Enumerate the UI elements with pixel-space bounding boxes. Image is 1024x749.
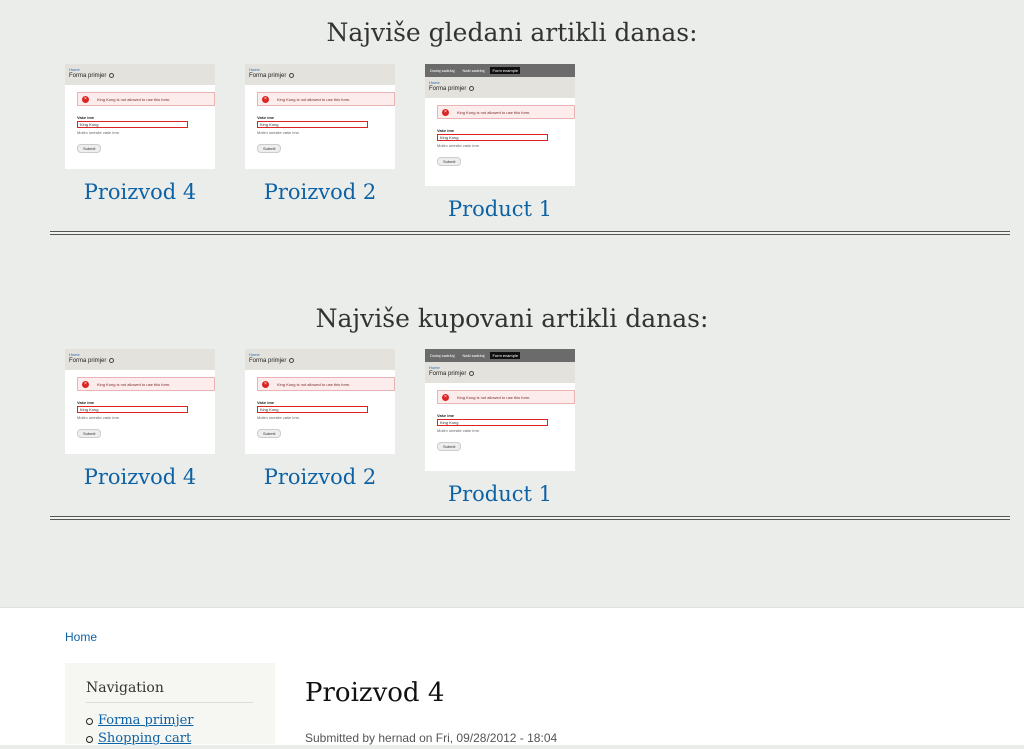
field-description: Molim unesite vaše ime.: [437, 428, 480, 433]
thumb-title: Forma primjer: [429, 370, 571, 379]
thumb-title: Forma primjer: [69, 72, 211, 81]
divider: [86, 702, 253, 703]
product-link[interactable]: Product 1: [425, 197, 575, 221]
field-label: Vaše ime: [257, 400, 275, 405]
gear-icon: [109, 357, 115, 363]
navigation-sidebar: Navigation Forma primjer Shopping cart: [65, 663, 275, 746]
page-title: Proizvod 4: [305, 678, 445, 708]
gear-icon: [289, 357, 295, 363]
product-link[interactable]: Proizvod 4: [65, 180, 215, 204]
product-link[interactable]: Proizvod 2: [245, 465, 395, 489]
thumb-title: Forma primjer: [249, 72, 391, 81]
error-icon: ×: [262, 95, 269, 103]
submit-button: Submit: [257, 144, 282, 153]
submit-button: Submit: [77, 429, 102, 438]
product-link[interactable]: Proizvod 2: [245, 180, 395, 204]
gear-icon: [109, 72, 115, 78]
submitted-info: Submitted by hernad on Fri, 09/28/2012 -…: [305, 731, 558, 745]
product-thumbnail[interactable]: Home Forma primjer × King Kong is not all…: [65, 349, 215, 454]
field-label: Vaše ime: [257, 115, 275, 120]
field-description: Molim unesite vaše ime.: [77, 415, 120, 420]
thumb-header: Home Forma primjer: [245, 349, 395, 370]
section-divider: [50, 516, 1010, 520]
field-label: Vaše ime: [437, 413, 455, 418]
error-message: × King Kong is not allowed to use this fo…: [77, 92, 215, 106]
submit-button: Submit: [437, 157, 462, 166]
field-label: Vaše ime: [437, 128, 455, 133]
most-bought-heading: Najviše kupovani artikli danas:: [315, 304, 709, 333]
thumb-tab-bar: Dodaj sadržaj Naši sadržaj Form example: [425, 64, 575, 77]
error-icon: ×: [262, 380, 269, 388]
navigation-title: Navigation: [86, 680, 164, 696]
gear-icon: [289, 72, 295, 78]
product-thumbnail[interactable]: Home Forma primjer × King Kong is not all…: [65, 64, 215, 169]
error-icon: ×: [442, 108, 449, 116]
section-divider: [50, 231, 1010, 235]
product-thumbnail[interactable]: Dodaj sadržaj Naši sadržaj Form example Ho…: [425, 349, 575, 471]
error-icon: ×: [82, 380, 89, 388]
name-field: King Kong: [257, 121, 368, 128]
product-thumbnail[interactable]: Home Forma primjer × King Kong is not all…: [245, 349, 395, 454]
field-description: Molim unesite vaše ime.: [257, 415, 300, 420]
nav-item-shopping-cart: Shopping cart: [86, 731, 194, 749]
nav-link[interactable]: Forma primjer: [98, 713, 194, 728]
error-icon: ×: [82, 95, 89, 103]
thumb-tab-bar: Dodaj sadržaj Naši sadržaj Form example: [425, 349, 575, 362]
name-field: King Kong: [77, 406, 188, 413]
submit-button: Submit: [77, 144, 102, 153]
thumb-header: Home Forma primjer: [425, 362, 575, 383]
thumb-header: Home Forma primjer: [65, 64, 215, 85]
product-link[interactable]: Proizvod 4: [65, 465, 215, 489]
name-field: King Kong: [257, 406, 368, 413]
product-thumbnail[interactable]: Dodaj sadržaj Naši sadržaj Form example Ho…: [425, 64, 575, 186]
breadcrumb-home[interactable]: Home: [65, 630, 97, 644]
most-viewed-heading: Najviše gledani artikli danas:: [326, 18, 698, 47]
thumb-header: Home Forma primjer: [425, 77, 575, 98]
gear-icon: [469, 370, 475, 376]
thumb-header: Home Forma primjer: [245, 64, 395, 85]
thumb-title: Forma primjer: [249, 357, 391, 366]
bullet-icon: [86, 718, 93, 725]
name-field: King Kong: [77, 121, 188, 128]
field-description: Molim unesite vaše ime.: [437, 143, 480, 148]
error-message: × King Kong is not allowed to use this fo…: [437, 105, 575, 119]
error-message: × King Kong is not allowed to use this fo…: [257, 377, 395, 391]
error-message: × King Kong is not allowed to use this fo…: [257, 92, 395, 106]
submit-button: Submit: [437, 442, 462, 451]
field-description: Molim unesite vaše ime.: [77, 130, 120, 135]
bullet-icon: [86, 736, 93, 743]
thumb-header: Home Forma primjer: [65, 349, 215, 370]
name-field: King Kong: [437, 419, 548, 426]
field-label: Vaše ime: [77, 115, 95, 120]
submit-button: Submit: [257, 429, 282, 438]
nav-item-forma-primjer: Forma primjer: [86, 713, 194, 731]
field-label: Vaše ime: [77, 400, 95, 405]
product-link[interactable]: Product 1: [425, 482, 575, 506]
thumb-title: Forma primjer: [69, 357, 211, 366]
field-description: Molim unesite vaše ime.: [257, 130, 300, 135]
error-message: × King Kong is not allowed to use this fo…: [437, 390, 575, 404]
error-icon: ×: [442, 393, 449, 401]
error-message: × King Kong is not allowed to use this fo…: [77, 377, 215, 391]
name-field: King Kong: [437, 134, 548, 141]
thumb-title: Forma primjer: [429, 85, 571, 94]
product-thumbnail[interactable]: Home Forma primjer × King Kong is not all…: [245, 64, 395, 169]
gear-icon: [469, 85, 475, 91]
